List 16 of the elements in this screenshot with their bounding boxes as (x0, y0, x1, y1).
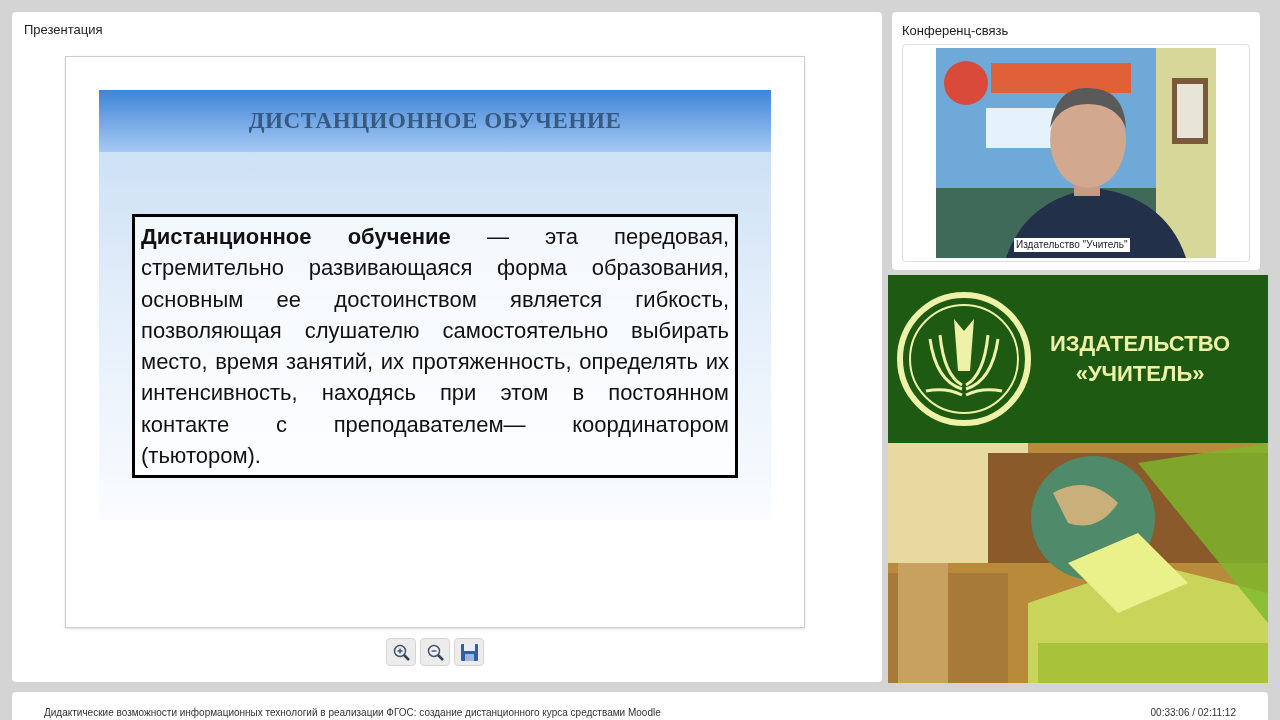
zoom-out-icon (425, 642, 445, 662)
save-icon (459, 642, 479, 662)
banner-text: «УЧИТЕЛЬ» (1075, 360, 1205, 388)
playback-time: 00:33:06 / 02:11:12 (1150, 706, 1236, 720)
banner-text: ИЗДАТЕЛЬСТВО (1050, 330, 1231, 358)
book-emblem-icon (896, 291, 1032, 427)
lecture-title: Дидактические возможности информационных технологий в реализации ФГОС: создание дистанционного курса средствами Moodle (44, 706, 661, 720)
save-button[interactable] (454, 638, 484, 666)
zoom-out-button[interactable] (420, 638, 450, 666)
panel-title: Презентация (23, 21, 104, 39)
speaker-label: Издательство "Учитель" (1014, 238, 1130, 252)
zoom-in-button[interactable] (386, 638, 416, 666)
panel-title: Конференц-связь (902, 22, 1010, 41)
slide-text: Дистанционное обучение — эта передовая, стремительно развивающаяся форма образования, основным ее достоинством является гибкость, позволяющая слушателю самостоятельно выбирать место, время занятий, их протяженность, определять их интенсивность, находясь при этом в постоянном контакте с преподавателем— координатором (тьютором). (132, 214, 738, 479)
slide-heading: ДИСТАНЦИОННОЕ ОБУЧЕНИЕ (99, 90, 771, 152)
zoom-in-icon (391, 642, 411, 662)
